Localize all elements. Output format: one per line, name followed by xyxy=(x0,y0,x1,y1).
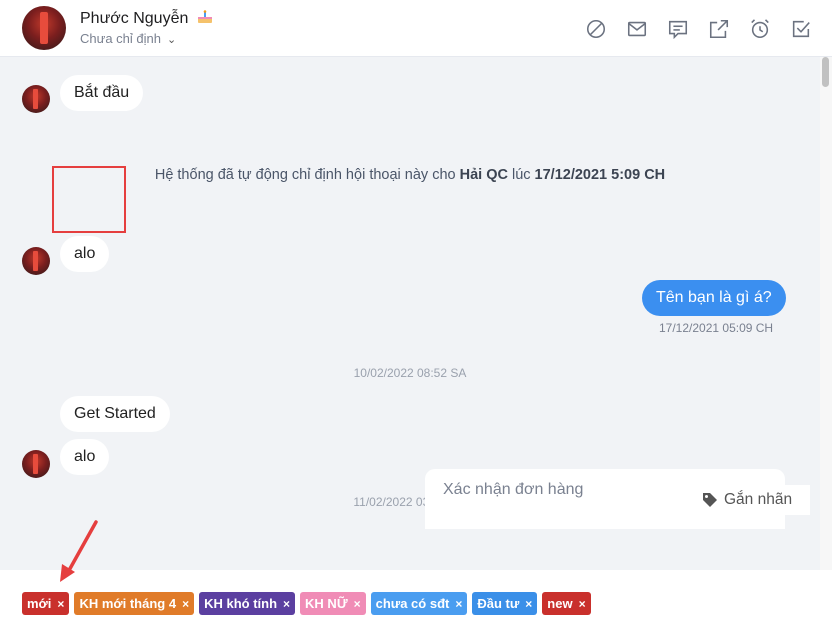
date-separator: 10/02/2022 08:52 SA xyxy=(353,366,467,380)
remove-tag-icon[interactable]: × xyxy=(525,597,532,611)
block-icon[interactable] xyxy=(584,17,607,40)
remove-tag-icon[interactable]: × xyxy=(182,597,189,611)
contact-name-row: Phước Nguyễn xyxy=(80,9,213,28)
conversation-header: Phước Nguyễn Chưa chỉ định ⌄ xyxy=(0,0,832,57)
tag-label: Đầu tư xyxy=(477,596,520,611)
assigned-time: 17/12/2021 5:09 CH xyxy=(534,167,666,183)
system-text: Hệ thống đã tự động chỉ định hội thoại n… xyxy=(154,167,460,183)
message-bubble-incoming[interactable]: Bắt đầu xyxy=(60,75,144,111)
tag-chip[interactable]: Đầu tư × xyxy=(472,592,538,615)
system-text: lúc xyxy=(507,167,535,183)
assignee-label: Chưa chỉ định xyxy=(80,31,161,46)
remove-tag-icon[interactable]: × xyxy=(579,597,586,611)
sender-avatar xyxy=(22,85,50,113)
sender-avatar xyxy=(22,450,50,478)
add-tag-button[interactable]: Gắn nhãn xyxy=(684,485,810,515)
message-timestamp: 17/12/2021 05:09 CH xyxy=(659,321,774,335)
external-link-icon[interactable] xyxy=(707,17,730,40)
add-tag-label: Gắn nhãn xyxy=(724,491,793,508)
message-bubble-incoming[interactable]: Get Started xyxy=(60,396,170,432)
message-bubble-incoming[interactable]: alo xyxy=(60,236,110,272)
comment-icon[interactable] xyxy=(666,17,689,40)
assignee-dropdown[interactable]: Chưa chỉ định ⌄ xyxy=(80,31,176,46)
tag-list: mới × KH mới tháng 4 × KH khó tính × KH NỮ ×… xyxy=(22,592,591,615)
header-actions xyxy=(584,17,812,40)
tag-icon xyxy=(703,493,717,507)
mail-icon[interactable] xyxy=(625,17,648,40)
tag-chip[interactable]: KH NỮ × xyxy=(300,592,366,615)
remove-tag-icon[interactable]: × xyxy=(57,597,64,611)
message-bubble-outgoing[interactable]: Tên bạn là gì á? xyxy=(642,280,786,316)
tag-label: mới xyxy=(27,596,52,611)
scrollbar-track[interactable] xyxy=(820,57,832,570)
tag-chip[interactable]: mới × xyxy=(22,592,70,615)
birthday-cake-icon xyxy=(197,10,212,23)
remove-tag-icon[interactable]: × xyxy=(455,597,462,611)
chevron-down-icon: ⌄ xyxy=(166,34,177,46)
tag-chip[interactable]: KH mới tháng 4 × xyxy=(74,592,195,615)
tag-chip[interactable]: new × xyxy=(542,592,591,615)
remove-tag-icon[interactable]: × xyxy=(354,597,361,611)
tag-label: KH NỮ xyxy=(305,596,348,611)
scrollbar-thumb[interactable] xyxy=(822,57,829,87)
annotation-arrow-icon xyxy=(60,520,98,582)
contact-avatar[interactable] xyxy=(22,6,66,50)
assigned-agent: Hải QC xyxy=(459,167,508,183)
card-title: Xác nhận đơn hàng xyxy=(443,481,584,498)
alarm-icon[interactable] xyxy=(748,17,771,40)
tags-bar: mới × KH mới tháng 4 × KH khó tính × KH NỮ ×… xyxy=(0,570,832,639)
tag-chip[interactable]: chưa có sđt × xyxy=(370,592,468,615)
contact-name: Phước Nguyễn xyxy=(80,10,189,27)
remove-tag-icon[interactable]: × xyxy=(283,597,290,611)
highlight-box xyxy=(52,166,126,233)
tag-chip[interactable]: KH khó tính × xyxy=(199,592,296,615)
tag-label: KH mới tháng 4 xyxy=(79,596,177,611)
message-bubble-incoming[interactable]: alo xyxy=(60,439,110,475)
tag-label: new xyxy=(547,596,573,611)
tag-label: KH khó tính xyxy=(204,596,278,611)
check-square-icon[interactable] xyxy=(789,17,812,40)
tag-label: chưa có sđt xyxy=(375,596,450,611)
sender-avatar xyxy=(22,247,50,275)
